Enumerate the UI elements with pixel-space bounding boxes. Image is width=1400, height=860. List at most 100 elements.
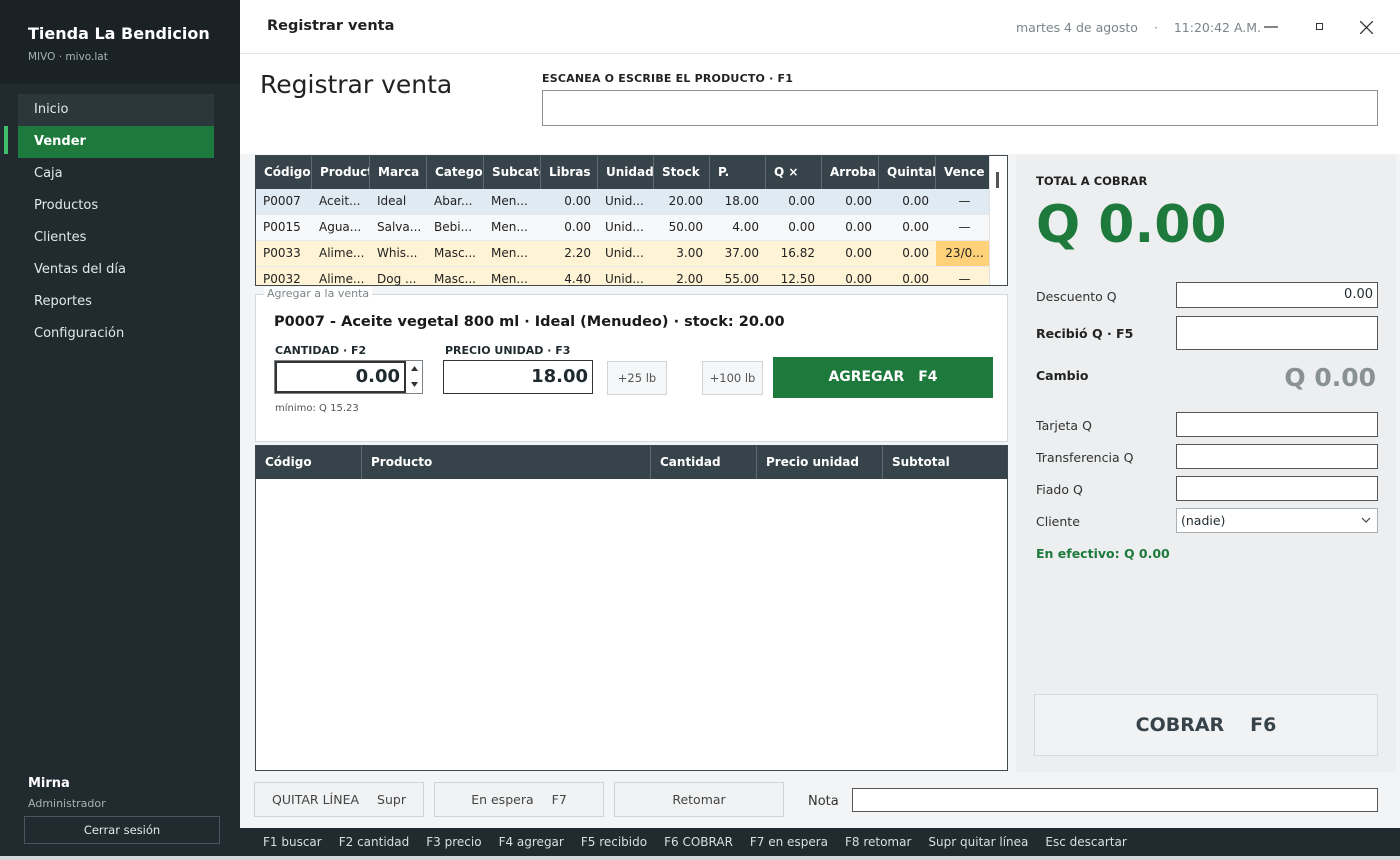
product-row[interactable]: P0007 Aceit... Ideal Abar... Men... 0.00 Unid.…	[256, 189, 1007, 215]
sidebar-item-inicio[interactable]: Inicio	[18, 94, 214, 126]
quantity-input[interactable]: 0.00	[275, 361, 406, 393]
product-cell: P0007	[263, 194, 301, 208]
user-info: Mirna Administrador	[28, 776, 106, 810]
transfer-input[interactable]	[1176, 444, 1378, 469]
product-cell: 0.00	[564, 194, 591, 208]
product-col-header[interactable]: Vence	[936, 156, 993, 189]
resume-sale-button[interactable]: Retomar	[614, 782, 784, 817]
product-cell: Unid...	[605, 220, 644, 234]
product-col-header[interactable]: Q ×	[766, 156, 822, 189]
minimize-button[interactable]	[1256, 14, 1286, 40]
shortcut-bar: F1 buscar F2 cantidad F3 precio F4 agregar F…	[240, 828, 1400, 856]
window-title: Registrar venta	[267, 18, 395, 34]
logout-button[interactable]: Cerrar sesión	[24, 816, 220, 844]
product-cell: Salva...	[377, 220, 422, 234]
received-input[interactable]	[1176, 316, 1378, 350]
product-cell: Agua...	[319, 220, 362, 234]
product-cell: 37.00	[724, 246, 759, 260]
add-item-button[interactable]: AGREGAR F4	[773, 357, 993, 398]
product-cell: 0.00	[902, 272, 929, 286]
cart-grid-header: Código Producto Cantidad Precio unidad S…	[256, 446, 1007, 479]
card-input[interactable]	[1176, 412, 1378, 437]
cart-grid: Código Producto Cantidad Precio unidad S…	[255, 445, 1008, 771]
shortcut-hint: Esc descartar	[1045, 835, 1127, 849]
product-cell: 0.00	[788, 220, 815, 234]
sidebar-item-productos[interactable]: Productos	[18, 190, 214, 222]
product-col-header[interactable]: P.	[710, 156, 766, 189]
product-cell: Men...	[491, 272, 528, 286]
product-cell: P0032	[263, 272, 301, 286]
hold-sale-button[interactable]: En espera F7	[434, 782, 604, 817]
credit-input[interactable]	[1176, 476, 1378, 501]
product-col-header[interactable]: Subcate	[484, 156, 541, 189]
charge-key: F6	[1250, 714, 1277, 736]
shortcut-hint: F3 precio	[426, 835, 482, 849]
product-cell: 4.40	[564, 272, 591, 286]
product-row[interactable]: P0033 Alime... Whis... Masc... Men... 2.20 Uni…	[256, 241, 1007, 267]
cash-amount-text: En efectivo: Q 0.00	[1036, 546, 1170, 561]
minimum-price-note: mínimo: Q 15.23	[275, 403, 359, 414]
scrollbar-thumb[interactable]	[996, 172, 999, 188]
transfer-label: Transferencia Q	[1036, 450, 1134, 465]
product-col-header[interactable]: Unidad	[598, 156, 654, 189]
product-search-input[interactable]	[542, 90, 1378, 126]
product-col-header[interactable]: Arroba	[822, 156, 879, 189]
sidebar-item-clientes[interactable]: Clientes	[18, 222, 214, 254]
charge-button[interactable]: COBRAR F6	[1034, 694, 1378, 756]
datetime-separator: ·	[1153, 20, 1158, 35]
chevron-up-icon	[410, 366, 418, 371]
sidebar-item-caja[interactable]: Caja	[18, 158, 214, 190]
product-cell: Abar...	[434, 194, 473, 208]
sidebar-item-ventas-del-dia[interactable]: Ventas del día	[18, 254, 214, 286]
product-col-header[interactable]: Product	[312, 156, 370, 189]
product-cell: Whis...	[377, 246, 418, 260]
shortcut-hint: F1 buscar	[263, 835, 322, 849]
total-label: TOTAL A COBRAR	[1036, 174, 1148, 188]
scan-label: ESCANEA O ESCRIBE EL PRODUCTO · F1	[542, 72, 794, 85]
change-value: Q 0.00	[1284, 363, 1376, 392]
header-area: Registrar venta ESCANEA O ESCRIBE EL PRO…	[240, 54, 1400, 154]
product-col-header[interactable]: Marca	[370, 156, 427, 189]
cart-col-producto[interactable]: Producto	[362, 446, 651, 479]
product-cell: 0.00	[845, 272, 872, 286]
hold-sale-key: F7	[551, 792, 567, 807]
product-col-header[interactable]: Categor	[427, 156, 484, 189]
cart-col-subtotal[interactable]: Subtotal	[883, 446, 1007, 479]
product-grid-scrollbar[interactable]	[989, 156, 1007, 285]
unit-price-input[interactable]: 18.00	[443, 360, 593, 394]
sidebar-item-configuracion[interactable]: Configuración	[18, 318, 214, 350]
card-label: Tarjeta Q	[1036, 418, 1092, 433]
add-100lb-button[interactable]: +100 lb	[702, 361, 763, 395]
cart-col-cantidad[interactable]: Cantidad	[651, 446, 757, 479]
cart-col-precio-unidad[interactable]: Precio unidad	[757, 446, 883, 479]
page-title: Registrar venta	[260, 70, 453, 99]
shortcut-hint: F4 agregar	[498, 835, 564, 849]
product-col-header[interactable]: Stock	[654, 156, 710, 189]
decrement-button[interactable]	[406, 377, 422, 393]
sidebar-item-vender[interactable]: Vender	[18, 126, 214, 158]
shortcut-hint: F8 retomar	[844, 835, 912, 849]
maximize-button[interactable]	[1305, 14, 1335, 40]
product-row[interactable]: P0015 Agua... Salva... Bebi... Men... 0.00 Uni…	[256, 215, 1007, 241]
close-button[interactable]	[1351, 14, 1381, 40]
sidebar-item-reportes[interactable]: Reportes	[18, 286, 214, 318]
client-select[interactable]: (nadie)	[1176, 508, 1378, 533]
selected-product-info: P0007 - Aceite vegetal 800 ml · Ideal (M…	[274, 314, 785, 330]
product-grid-header: CódigoProductMarcaCategorSubcateLibrasUn…	[256, 156, 1007, 189]
active-indicator	[4, 126, 8, 154]
add-25lb-button[interactable]: +25 lb	[607, 361, 667, 395]
cart-col-codigo[interactable]: Código	[256, 446, 362, 479]
note-input[interactable]	[852, 788, 1378, 812]
product-col-header[interactable]: Quintal	[879, 156, 936, 189]
remove-line-button[interactable]: QUITAR LÍNEA Supr	[254, 782, 424, 817]
product-cell: 0.00	[902, 194, 929, 208]
product-cell: 0.00	[564, 220, 591, 234]
increment-button[interactable]	[406, 361, 422, 377]
product-col-header[interactable]: Código	[256, 156, 312, 189]
product-col-header[interactable]: Libras	[541, 156, 598, 189]
product-cell: Men...	[491, 246, 528, 260]
user-role: Administrador	[28, 797, 106, 810]
discount-input[interactable]: 0.00	[1176, 282, 1378, 308]
client-label: Cliente	[1036, 514, 1080, 529]
product-row[interactable]: P0032 Alime... Dog ... Masc... Men... 4.40 Uni…	[256, 267, 1007, 286]
